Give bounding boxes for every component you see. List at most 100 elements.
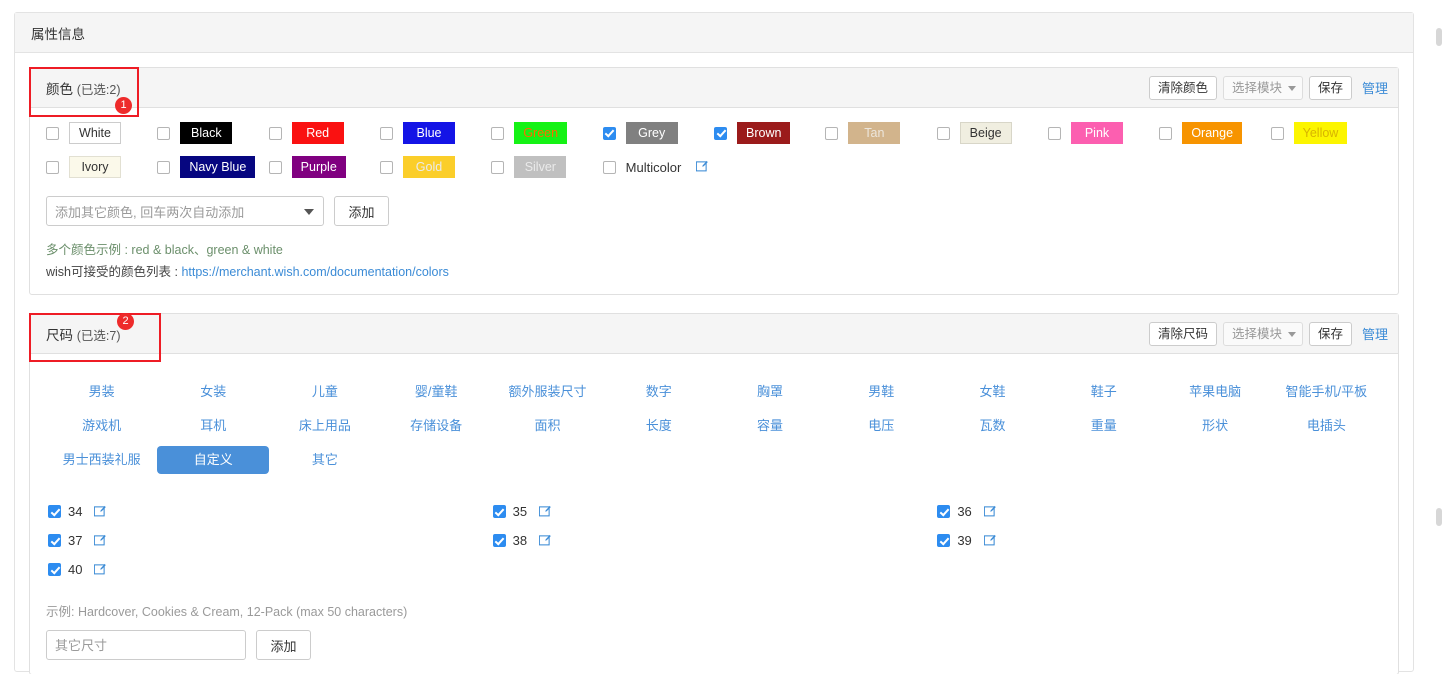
size-option[interactable]: 35 — [492, 504, 938, 519]
page-scrollbar-thumb[interactable] — [1436, 28, 1442, 46]
color-swatch-label[interactable]: Navy Blue — [180, 156, 256, 178]
edit-icon[interactable] — [983, 505, 996, 519]
edit-icon[interactable] — [94, 534, 107, 548]
size-select-module-dropdown[interactable]: 选择模块 — [1222, 321, 1303, 346]
size-category-tab[interactable]: 容量 — [743, 412, 797, 440]
size-category-tab[interactable]: 数字 — [632, 378, 686, 406]
size-category-tab[interactable]: 额外服装尺寸 — [494, 378, 600, 406]
color-option[interactable]: Blue — [380, 122, 491, 144]
size-checkbox[interactable] — [48, 534, 61, 547]
size-category-tab[interactable]: 重量 — [1077, 412, 1131, 440]
color-option[interactable]: Yellow — [1270, 122, 1382, 144]
size-option[interactable]: 39 — [937, 533, 1382, 548]
page-scrollbar-thumb-lower[interactable] — [1436, 508, 1442, 526]
color-swatch-label[interactable]: Blue — [403, 122, 455, 144]
size-category-tab[interactable]: 儿童 — [298, 378, 352, 406]
edit-icon[interactable] — [983, 534, 996, 548]
color-option[interactable]: Purple — [268, 156, 380, 178]
size-category-tab[interactable]: 电压 — [854, 412, 908, 440]
color-option[interactable]: Gold — [380, 156, 491, 178]
color-swatch-label[interactable]: Beige — [959, 122, 1012, 144]
color-checkbox[interactable] — [825, 126, 839, 140]
color-option[interactable]: Grey — [602, 122, 714, 144]
edit-icon[interactable] — [538, 534, 551, 548]
color-swatch-label[interactable]: Ivory — [69, 156, 121, 178]
color-swatch-label[interactable]: Purple — [291, 156, 346, 178]
color-swatch-label[interactable]: Gold — [403, 156, 455, 178]
size-option[interactable]: 40 — [48, 562, 493, 577]
color-checkbox[interactable] — [380, 126, 393, 140]
color-swatch-label[interactable]: Silver — [514, 156, 567, 178]
color-checkbox[interactable] — [268, 126, 282, 140]
edit-icon[interactable] — [538, 505, 551, 519]
color-checkbox[interactable] — [602, 126, 616, 140]
size-option[interactable]: 37 — [48, 533, 493, 548]
color-option[interactable]: Beige — [936, 122, 1048, 144]
size-checkbox[interactable] — [492, 534, 506, 547]
color-option[interactable]: Brown — [714, 122, 825, 144]
size-category-tab[interactable]: 电插头 — [1293, 412, 1360, 440]
wish-colors-doc-link[interactable]: https://merchant.wish.com/documentation/… — [181, 265, 448, 279]
color-swatch-label[interactable]: Orange — [1182, 122, 1243, 144]
color-swatch-label[interactable]: Red — [291, 122, 344, 144]
size-category-tab[interactable]: 存储设备 — [396, 412, 476, 440]
color-checkbox[interactable] — [491, 160, 505, 174]
color-swatch-label[interactable]: Green — [514, 122, 568, 144]
color-option[interactable]: Black — [157, 122, 268, 144]
manage-colors-link[interactable]: 管理 — [1362, 78, 1388, 97]
edit-icon[interactable] — [696, 160, 708, 174]
size-category-tab[interactable]: 胸罩 — [743, 378, 797, 406]
size-category-tab[interactable]: 苹果电脑 — [1175, 378, 1255, 406]
color-checkbox[interactable] — [268, 160, 282, 174]
size-category-tab[interactable]: 耳机 — [186, 412, 240, 440]
color-swatch-label[interactable]: Black — [180, 122, 233, 144]
color-checkbox[interactable] — [491, 126, 505, 140]
color-checkbox[interactable] — [1048, 126, 1061, 140]
clear-sizes-button[interactable]: 清除尺码 — [1148, 321, 1217, 346]
size-checkbox[interactable] — [492, 505, 506, 518]
size-category-tab[interactable]: 其它 — [298, 446, 352, 474]
color-option[interactable]: Navy Blue — [157, 156, 268, 178]
color-option[interactable]: Tan — [825, 122, 936, 144]
color-checkbox[interactable] — [380, 160, 393, 174]
size-option[interactable]: 38 — [492, 533, 938, 548]
size-category-tab[interactable]: 婴/童鞋 — [401, 378, 472, 406]
color-checkbox[interactable] — [157, 126, 171, 140]
color-swatch-label[interactable]: Grey — [625, 122, 678, 144]
clear-colors-button[interactable]: 清除颜色 — [1148, 75, 1217, 100]
color-option[interactable]: Red — [268, 122, 380, 144]
size-category-tab[interactable]: 智能手机/平板 — [1272, 378, 1382, 406]
size-category-tab[interactable]: 面积 — [520, 412, 574, 440]
color-swatch-label[interactable]: Yellow — [1293, 122, 1348, 144]
edit-icon[interactable] — [94, 505, 107, 519]
multicolor-option[interactable]: Multicolor — [602, 160, 714, 175]
size-category-tab[interactable]: 男士西装礼服 — [49, 446, 155, 474]
color-select-module-dropdown[interactable]: 选择模块 — [1222, 75, 1303, 100]
color-swatch-label[interactable]: White — [69, 122, 121, 144]
color-swatch-label[interactable]: Brown — [737, 122, 791, 144]
size-category-tab[interactable]: 鞋子 — [1077, 378, 1131, 406]
size-checkbox[interactable] — [937, 534, 951, 547]
page-scrollbar[interactable] — [1435, 0, 1443, 674]
size-category-tab[interactable]: 游戏机 — [68, 412, 135, 440]
size-checkbox[interactable] — [48, 563, 61, 576]
add-color-button[interactable]: 添加 — [334, 196, 389, 226]
manage-sizes-link[interactable]: 管理 — [1362, 324, 1388, 343]
color-swatch-label[interactable]: Tan — [848, 122, 901, 144]
size-category-tab[interactable]: 女鞋 — [966, 378, 1020, 406]
size-checkbox[interactable] — [937, 505, 951, 518]
add-size-button[interactable]: 添加 — [256, 630, 311, 660]
color-option[interactable]: Pink — [1048, 122, 1159, 144]
size-category-tab[interactable]: 自定义 — [157, 446, 270, 474]
size-category-tab[interactable]: 女装 — [186, 378, 240, 406]
save-colors-button[interactable]: 保存 — [1308, 75, 1352, 100]
size-category-tab[interactable]: 长度 — [632, 412, 686, 440]
size-option[interactable]: 34 — [48, 504, 493, 519]
color-option[interactable]: Ivory — [46, 156, 157, 178]
size-category-tab[interactable]: 男鞋 — [854, 378, 908, 406]
color-option[interactable]: Orange — [1159, 122, 1270, 144]
multicolor-checkbox[interactable] — [602, 160, 616, 174]
edit-icon[interactable] — [94, 563, 107, 577]
size-category-tab[interactable]: 男装 — [75, 378, 129, 406]
size-category-tab[interactable]: 瓦数 — [966, 412, 1020, 440]
